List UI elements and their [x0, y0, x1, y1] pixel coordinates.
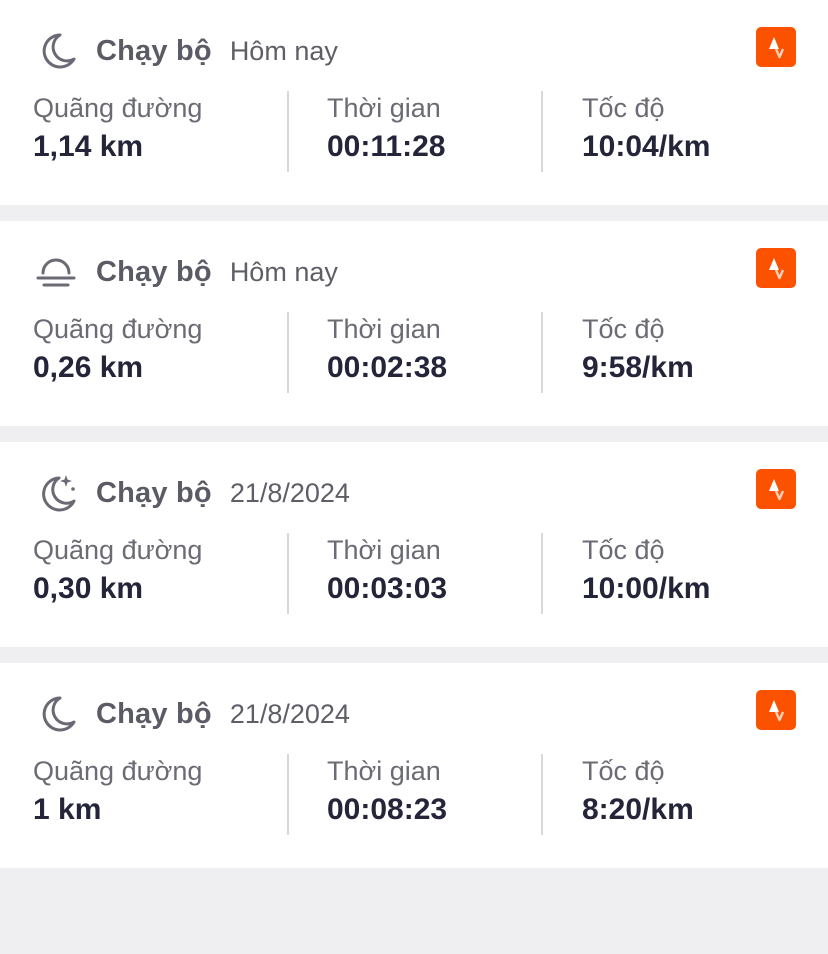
- activity-type: Chạy bộ: [96, 255, 212, 288]
- metric-distance: Quãng đường 0,26 km: [33, 311, 202, 393]
- activity-card[interactable]: Chạy bộ 21/8/2024 Quãng đường 0,30 km Th…: [0, 442, 828, 647]
- metric-pace: Tốc độ 8:20/km: [582, 753, 694, 835]
- metric-duration: Thời gian 00:11:28: [327, 90, 445, 172]
- metric-label: Tốc độ: [582, 93, 665, 123]
- activity-metrics: Quãng đường 0,26 km Thời gian 00:02:38 T…: [0, 311, 828, 393]
- activity-metrics: Quãng đường 0,30 km Thời gian 00:03:03 T…: [0, 532, 828, 614]
- activity-card[interactable]: Chạy bộ Hôm nay Quãng đường 0,26 km Thời…: [0, 221, 828, 426]
- divider: [287, 312, 289, 393]
- metric-value: 1,14 km: [33, 130, 144, 163]
- activity-date: Hôm nay: [229, 35, 338, 66]
- activity-metrics: Quãng đường 1 km Thời gian 00:08:23 Tốc …: [0, 753, 828, 835]
- metric-value: 10:04/km: [582, 130, 711, 163]
- metric-value: 0,30 km: [33, 572, 144, 605]
- metric-label: Tốc độ: [582, 535, 665, 565]
- metric-value: 00:08:23: [327, 793, 448, 826]
- metric-label: Thời gian: [327, 93, 441, 123]
- metric-value: 8:20/km: [582, 793, 694, 826]
- metric-duration: Thời gian 00:08:23: [327, 753, 447, 835]
- strava-icon[interactable]: [756, 248, 796, 288]
- metric-label: Tốc độ: [582, 756, 665, 786]
- divider: [287, 91, 289, 172]
- metric-distance: Quãng đường 0,30 km: [33, 532, 202, 614]
- divider: [541, 754, 543, 835]
- metric-value: 1 km: [33, 793, 102, 826]
- metric-pace: Tốc độ 10:04/km: [582, 90, 710, 172]
- metric-label: Thời gian: [327, 314, 441, 344]
- activity-card[interactable]: Chạy bộ 21/8/2024 Quãng đường 1 km Thời …: [0, 663, 828, 868]
- metric-label: Quãng đường: [33, 756, 203, 786]
- activity-date: 21/8/2024: [229, 698, 350, 729]
- strava-icon[interactable]: [756, 469, 796, 509]
- activity-type: Chạy bộ: [96, 476, 212, 509]
- metric-value: 10:00/km: [582, 572, 711, 605]
- activity-card[interactable]: Chạy bộ Hôm nay Quãng đường 1,14 km Thời…: [0, 0, 828, 205]
- activity-type: Chạy bộ: [96, 34, 212, 67]
- metric-value: 00:11:28: [327, 130, 446, 163]
- activity-date: Hôm nay: [229, 256, 338, 287]
- activity-header: Chạy bộ 21/8/2024: [33, 470, 350, 516]
- metric-label: Tốc độ: [582, 314, 665, 344]
- activity-type: Chạy bộ: [96, 697, 212, 730]
- metric-value: 9:58/km: [582, 351, 694, 384]
- metric-distance: Quãng đường 1,14 km: [33, 90, 202, 172]
- activity-list: Chạy bộ Hôm nay Quãng đường 1,14 km Thời…: [0, 0, 828, 868]
- moon-icon: [33, 691, 79, 737]
- activity-metrics: Quãng đường 1,14 km Thời gian 00:11:28 T…: [0, 90, 828, 172]
- strava-icon[interactable]: [756, 690, 796, 730]
- metric-label: Thời gian: [327, 756, 441, 786]
- metric-value: 0,26 km: [33, 351, 144, 384]
- divider: [287, 533, 289, 614]
- activity-header: Chạy bộ Hôm nay: [33, 28, 338, 74]
- metric-label: Quãng đường: [33, 314, 203, 344]
- divider: [541, 312, 543, 393]
- activity-date: 21/8/2024: [229, 477, 350, 508]
- metric-pace: Tốc độ 9:58/km: [582, 311, 694, 393]
- metric-label: Quãng đường: [33, 535, 203, 565]
- divider: [287, 754, 289, 835]
- metric-distance: Quãng đường 1 km: [33, 753, 202, 835]
- metric-duration: Thời gian 00:03:03: [327, 532, 447, 614]
- sunset-icon: [33, 249, 79, 295]
- divider: [541, 91, 543, 172]
- strava-icon[interactable]: [756, 27, 796, 67]
- divider: [541, 533, 543, 614]
- activity-header: Chạy bộ Hôm nay: [33, 249, 338, 295]
- metric-value: 00:03:03: [327, 572, 448, 605]
- metric-label: Thời gian: [327, 535, 441, 565]
- metric-duration: Thời gian 00:02:38: [327, 311, 447, 393]
- metric-label: Quãng đường: [33, 93, 203, 123]
- activity-header: Chạy bộ 21/8/2024: [33, 691, 350, 737]
- metric-pace: Tốc độ 10:00/km: [582, 532, 710, 614]
- moon-icon: [33, 28, 79, 74]
- moon-stars-icon: [33, 470, 79, 516]
- metric-value: 00:02:38: [327, 351, 448, 384]
